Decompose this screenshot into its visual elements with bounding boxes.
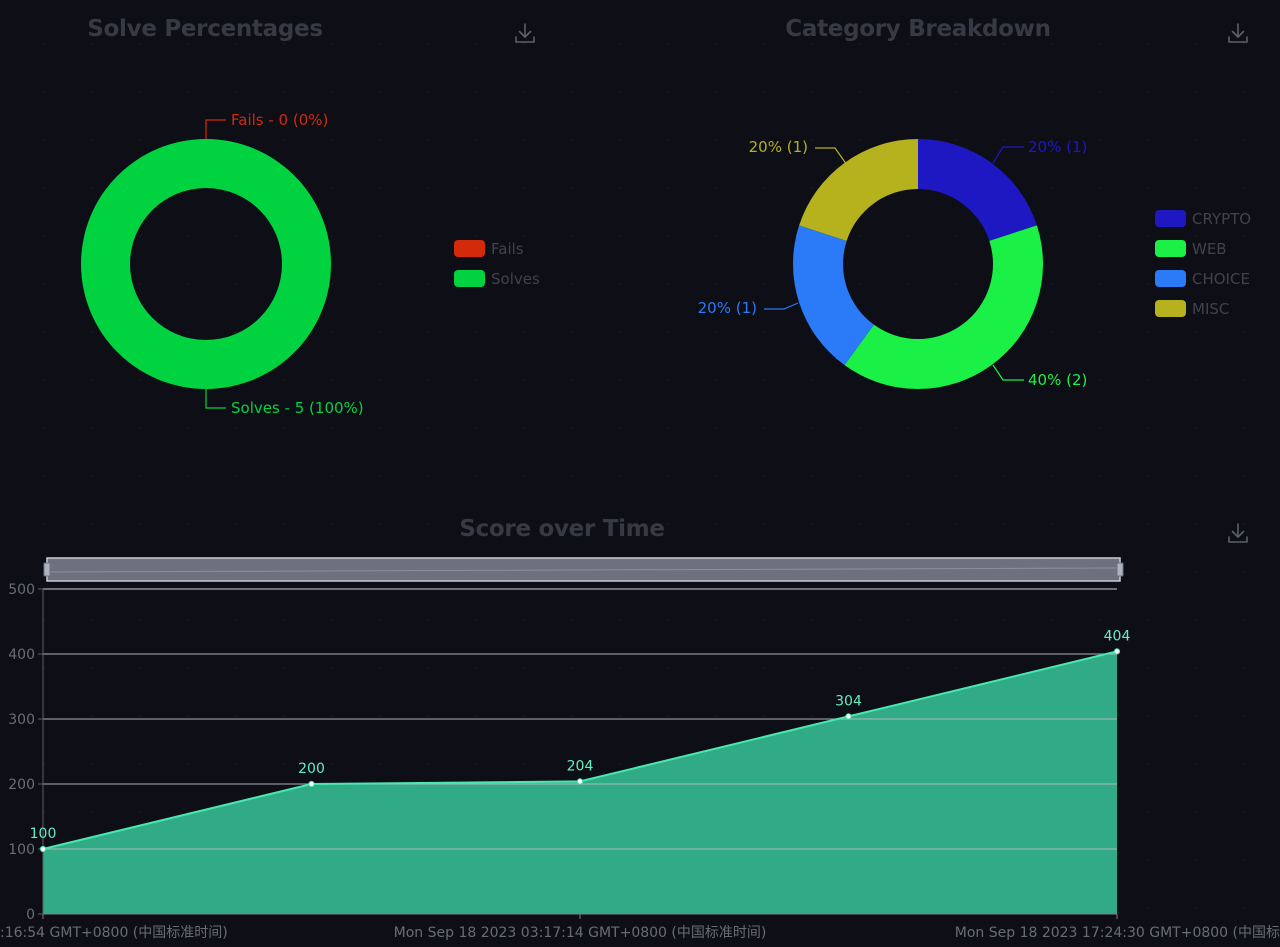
slice-misc bbox=[799, 139, 918, 241]
data-zoom-handle-left[interactable] bbox=[43, 562, 51, 577]
legend-item-solves: Solves bbox=[491, 270, 540, 288]
legend-item-crypto: CRYPTO bbox=[1192, 210, 1251, 228]
slice-label-solves: Solves - 5 (100%) bbox=[231, 399, 364, 417]
y-tick-label-400: 400 bbox=[8, 647, 35, 663]
data-point-1 bbox=[308, 780, 315, 788]
slice-label-line-web bbox=[992, 364, 1024, 381]
legend-item-web: WEB bbox=[1192, 240, 1227, 258]
data-point-2 bbox=[576, 778, 584, 785]
x-tick-label-0: :16:54 GMT+0800 (中国标准时间) bbox=[0, 925, 228, 941]
x-tick-label-2: Mon Sep 18 2023 17:24:30 GMT+0800 (中国标 bbox=[955, 925, 1280, 941]
data-point-4 bbox=[1113, 648, 1121, 655]
y-tick-label-100: 100 bbox=[8, 842, 35, 858]
data-point-3 bbox=[845, 713, 852, 720]
y-tick-label-500: 500 bbox=[8, 582, 35, 598]
slice-label-crypto: 20% (1) bbox=[1028, 138, 1087, 156]
slice-label-line-solves bbox=[205, 389, 226, 409]
legend-swatch-web bbox=[1155, 240, 1186, 257]
slice-label-line-misc bbox=[815, 147, 848, 166]
data-label-0: 100 bbox=[30, 826, 57, 842]
charts-canvas: Fails - 0 (0%) Solves - 5 (100%) Fails Solv… bbox=[0, 111, 1280, 941]
slice-crypto bbox=[918, 139, 1037, 241]
slice-label-line-choice bbox=[764, 302, 799, 310]
legend-swatch-misc bbox=[1155, 300, 1186, 317]
data-label-2: 204 bbox=[567, 758, 594, 774]
slice-label-web: 40% (2) bbox=[1028, 371, 1087, 389]
legend-swatch-fails bbox=[454, 240, 485, 257]
slice-label-line-crypto bbox=[992, 146, 1024, 164]
slice-solves bbox=[81, 139, 331, 389]
legend-item-misc: MISC bbox=[1192, 300, 1229, 318]
slice-web bbox=[844, 225, 1043, 390]
slice-label-misc: 20% (1) bbox=[749, 138, 808, 156]
legend-item-fails: Fails bbox=[491, 240, 524, 258]
data-point-0 bbox=[39, 845, 47, 853]
legend-swatch-choice bbox=[1155, 270, 1186, 287]
y-tick-label-200: 200 bbox=[8, 777, 35, 793]
y-tick-label-0: 0 bbox=[26, 907, 35, 923]
legend-swatch-solves bbox=[454, 270, 485, 287]
page: Solve Percentages Category Breakdown Sco… bbox=[0, 0, 1280, 947]
legend-item-choice: CHOICE bbox=[1192, 270, 1250, 288]
slice-label-fails: Fails - 0 (0%) bbox=[231, 111, 328, 129]
data-label-4: 404 bbox=[1104, 628, 1131, 644]
slice-label-line-fails bbox=[205, 119, 226, 139]
x-tick-label-1: Mon Sep 18 2023 03:17:14 GMT+0800 (中国标准时… bbox=[394, 925, 767, 941]
data-label-1: 200 bbox=[298, 761, 325, 777]
data-zoom-handle-right[interactable] bbox=[1116, 562, 1124, 577]
slice-label-choice: 20% (1) bbox=[698, 299, 757, 317]
legend-swatch-crypto bbox=[1155, 210, 1186, 227]
y-tick-label-300: 300 bbox=[8, 712, 35, 728]
data-label-3: 304 bbox=[835, 693, 862, 709]
